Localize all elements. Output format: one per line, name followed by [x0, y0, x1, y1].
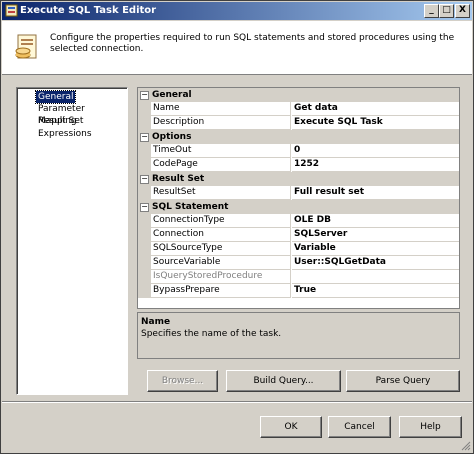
category-label: Options: [152, 132, 192, 142]
collapse-icon[interactable]: −: [140, 133, 149, 142]
property-name: SQLSourceType: [151, 242, 291, 256]
property-value[interactable]: 1252: [292, 158, 459, 172]
property-row-resultset[interactable]: ResultSet Full result set: [138, 186, 459, 200]
category-label: SQL Statement: [152, 202, 229, 212]
build-query-button[interactable]: Build Query...: [226, 370, 341, 392]
row-gutter: [138, 144, 151, 158]
property-row-connection[interactable]: Connection SQLServer: [138, 228, 459, 242]
property-value[interactable]: True: [292, 284, 459, 298]
parse-query-button[interactable]: Parse Query: [346, 370, 460, 392]
nav-item-label: Expressions: [38, 129, 92, 139]
category-label: Result Set: [152, 174, 205, 184]
property-value[interactable]: Execute SQL Task: [292, 116, 459, 130]
maximize-button[interactable]: □: [439, 4, 454, 18]
dialog-header: Configure the properties required to run…: [2, 21, 472, 75]
property-row-codepage[interactable]: CodePage 1252: [138, 158, 459, 172]
row-gutter: [138, 186, 151, 200]
row-gutter: [138, 270, 151, 284]
property-row-bypassprepare[interactable]: BypassPrepare True: [138, 284, 459, 298]
property-value[interactable]: SQLServer: [292, 228, 459, 242]
close-button[interactable]: X: [455, 4, 470, 18]
nav-item-label: General: [38, 92, 74, 102]
ok-button-label: OK: [284, 422, 298, 432]
property-row-timeout[interactable]: TimeOut 0: [138, 144, 459, 158]
property-row-name[interactable]: Name Get data: [138, 102, 459, 116]
row-gutter: [138, 102, 151, 116]
collapse-icon[interactable]: −: [140, 175, 149, 184]
row-gutter: [138, 214, 151, 228]
property-value[interactable]: Variable: [292, 242, 459, 256]
property-name: IsQueryStoredProcedure: [151, 270, 291, 284]
title-bar[interactable]: Execute SQL Task Editor _ □ X: [2, 2, 472, 20]
help-text: Specifies the name of the task.: [141, 329, 282, 339]
category-result-set[interactable]: − Result Set: [138, 172, 459, 186]
row-gutter: [138, 256, 151, 270]
maximize-icon: □: [442, 5, 451, 15]
header-description: Configure the properties required to run…: [50, 33, 455, 54]
property-name: SourceVariable: [151, 256, 291, 270]
execute-sql-task-editor-window: Execute SQL Task Editor _ □ X Configure …: [0, 0, 474, 454]
category-sql-statement[interactable]: − SQL Statement: [138, 200, 459, 214]
property-name: Name: [151, 102, 291, 116]
nav-item-general[interactable]: General: [34, 90, 77, 104]
property-name: Connection: [151, 228, 291, 242]
footer-separator: [2, 401, 472, 403]
row-gutter: [138, 228, 151, 242]
property-value: [292, 270, 459, 284]
help-button-label: Help: [420, 422, 441, 432]
row-gutter: [138, 284, 151, 298]
cancel-button-label: Cancel: [344, 422, 375, 432]
property-name: ResultSet: [151, 186, 291, 200]
ok-button[interactable]: OK: [260, 416, 322, 438]
minimize-icon: _: [429, 5, 434, 15]
window-title: Execute SQL Task Editor: [20, 5, 157, 16]
property-row-connectiontype[interactable]: ConnectionType OLE DB: [138, 214, 459, 228]
property-row-description[interactable]: Description Execute SQL Task: [138, 116, 459, 130]
property-name: ConnectionType: [151, 214, 291, 228]
property-name: TimeOut: [151, 144, 291, 158]
sql-task-icon: [15, 34, 37, 59]
property-value[interactable]: 0: [292, 144, 459, 158]
minimize-button[interactable]: _: [424, 4, 439, 18]
collapse-icon[interactable]: −: [140, 91, 149, 100]
row-gutter: [138, 116, 151, 130]
parse-query-button-label: Parse Query: [375, 376, 431, 386]
app-icon: [5, 4, 18, 17]
property-value[interactable]: OLE DB: [292, 214, 459, 228]
page-navigation-list: General Parameter Mapping Result Set Exp…: [16, 87, 128, 395]
property-name: CodePage: [151, 158, 291, 172]
property-help-panel: Name Specifies the name of the task.: [137, 312, 460, 359]
property-name: Description: [151, 116, 291, 130]
nav-item-expressions[interactable]: Expressions: [36, 128, 94, 140]
help-button[interactable]: Help: [399, 416, 462, 438]
collapse-icon[interactable]: −: [140, 203, 149, 212]
browse-button-label: Browse...: [161, 376, 204, 386]
property-value[interactable]: Get data: [292, 102, 459, 116]
nav-item-parameter-mapping[interactable]: Parameter Mapping: [36, 103, 127, 126]
category-label: General: [152, 90, 192, 100]
resize-grip-icon[interactable]: [461, 441, 471, 451]
category-options[interactable]: − Options: [138, 130, 459, 144]
property-value[interactable]: Full result set: [292, 186, 459, 200]
property-value[interactable]: User::SQLGetData: [292, 256, 459, 270]
property-name: BypassPrepare: [151, 284, 291, 298]
nav-item-result-set[interactable]: Result Set: [36, 115, 85, 127]
cancel-button[interactable]: Cancel: [328, 416, 391, 438]
property-row-isquerystoredprocedure: IsQueryStoredProcedure: [138, 270, 459, 284]
category-general[interactable]: − General: [138, 88, 459, 102]
property-row-sourcevariable[interactable]: SourceVariable User::SQLGetData: [138, 256, 459, 270]
row-gutter: [138, 158, 151, 172]
property-row-sqlsourcetype[interactable]: SQLSourceType Variable: [138, 242, 459, 256]
nav-item-label: Result Set: [38, 116, 84, 126]
property-grid: − General Name Get data Description Exec…: [137, 87, 460, 309]
close-icon: X: [459, 5, 466, 15]
build-query-button-label: Build Query...: [253, 376, 314, 386]
browse-button: Browse...: [147, 370, 218, 392]
row-gutter: [138, 242, 151, 256]
help-title: Name: [141, 317, 171, 327]
